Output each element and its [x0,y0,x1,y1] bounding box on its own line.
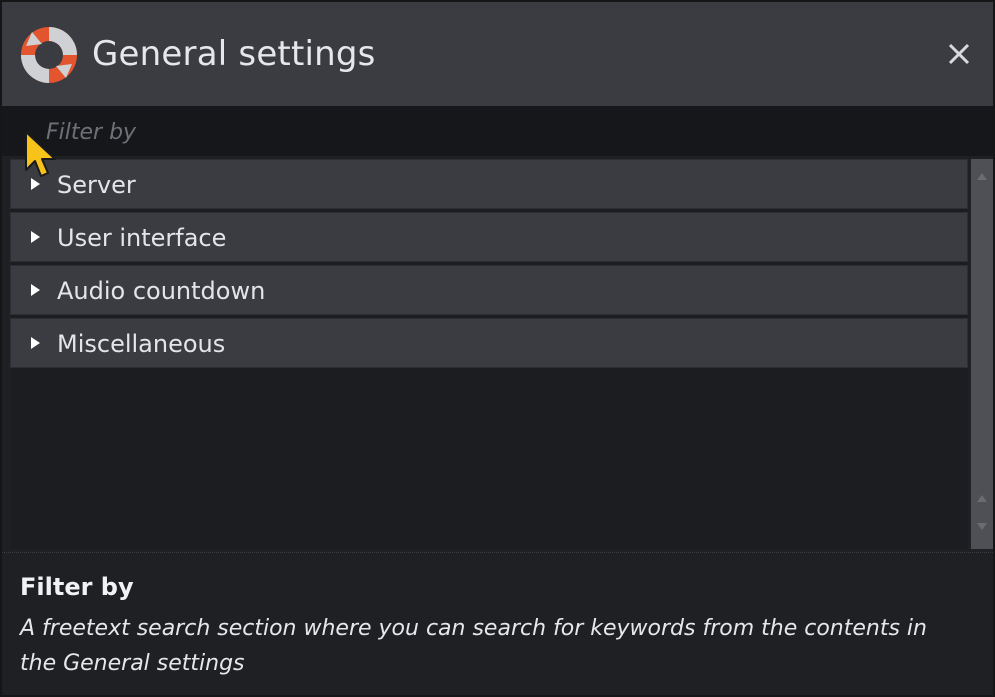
section-item-audio-countdown[interactable]: Audio countdown [10,265,968,315]
triangle-right-icon [31,178,40,190]
section-item-server[interactable]: Server [10,159,968,209]
general-settings-window: General settings Server User interface A… [0,0,995,697]
help-title: Filter by [20,573,134,601]
triangle-right-icon [31,284,40,296]
section-label: Miscellaneous [57,330,226,358]
section-label: User interface [57,224,227,252]
close-button[interactable] [943,38,975,70]
section-item-user-interface[interactable]: User interface [10,212,968,262]
close-icon [948,43,970,65]
scroll-down-arrow-icon[interactable] [977,523,987,530]
window-title: General settings [92,34,376,74]
vertical-scrollbar[interactable] [971,159,993,549]
app-logo-icon [21,27,77,83]
section-label: Audio countdown [57,277,266,305]
scroll-up-arrow-icon[interactable] [977,495,987,502]
help-description: A freetext search section where you can … [20,616,927,676]
filter-input[interactable] [2,108,993,156]
title-bar: General settings [2,2,993,108]
scroll-up-arrow-icon[interactable] [977,173,987,180]
triangle-right-icon [31,337,40,349]
settings-section-list: Server User interface Audio countdown Mi… [10,159,968,549]
triangle-right-icon [31,231,40,243]
section-item-miscellaneous[interactable]: Miscellaneous [10,318,968,368]
filter-bar [2,108,993,156]
help-panel: Filter by A freetext search section wher… [2,552,993,695]
section-label: Server [57,171,136,199]
